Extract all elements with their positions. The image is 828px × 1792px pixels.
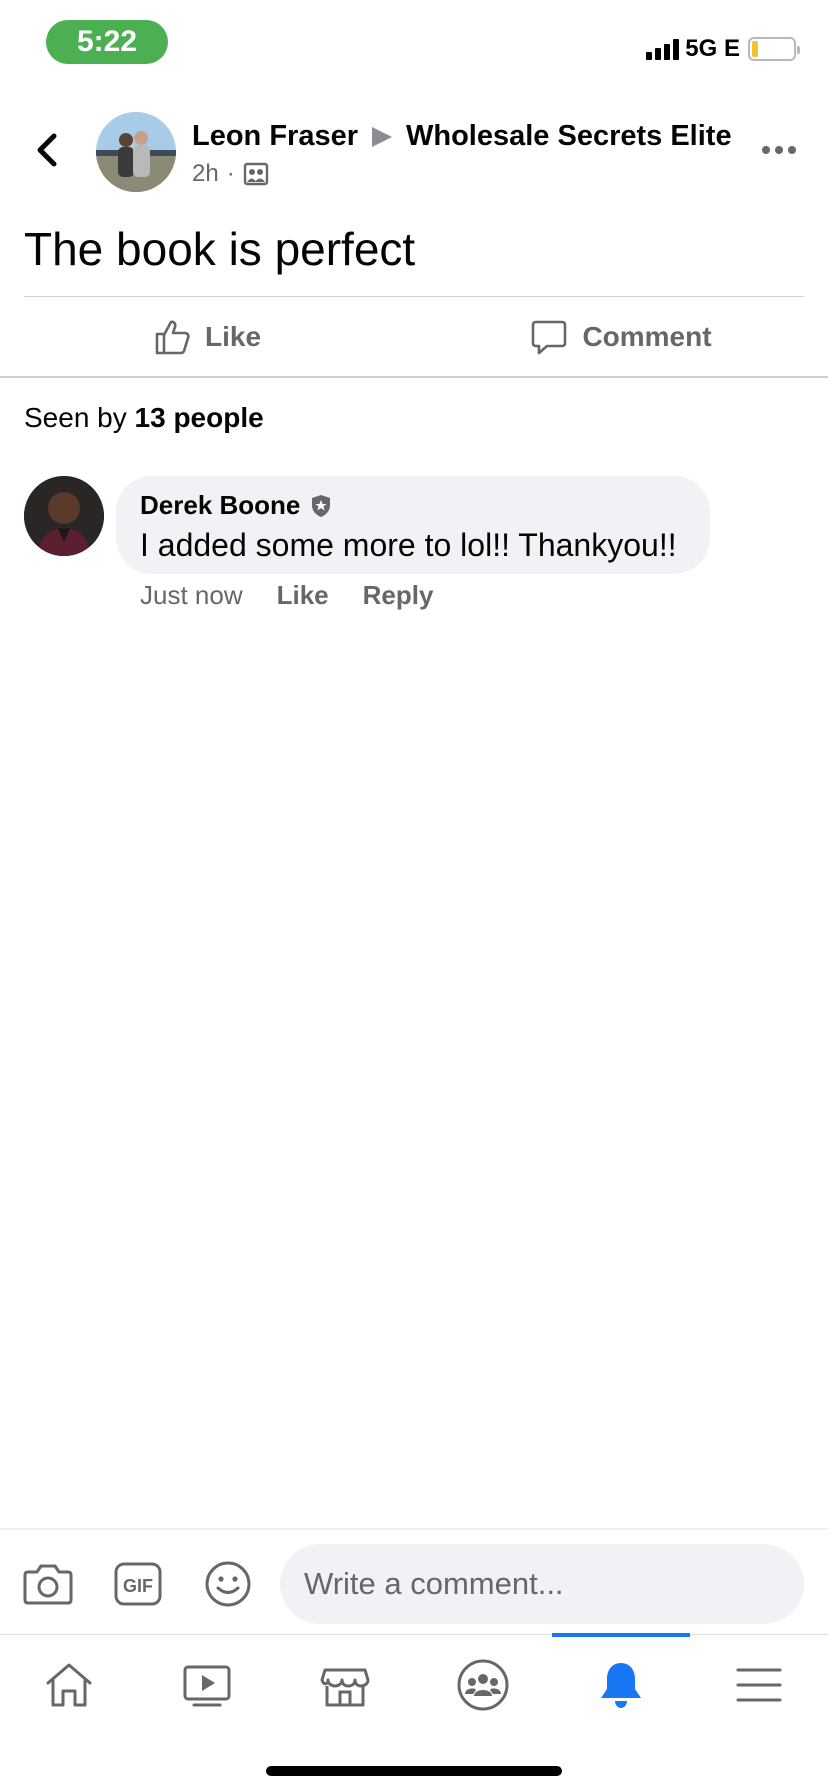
author-avatar[interactable] xyxy=(96,112,176,192)
marketplace-icon xyxy=(320,1668,370,1707)
shield-star-icon xyxy=(312,494,331,517)
commenter-name[interactable]: Derek Boone xyxy=(140,490,300,521)
comment-label: Comment xyxy=(582,321,712,352)
bell-icon xyxy=(601,1663,641,1708)
tab-home[interactable] xyxy=(0,1635,138,1735)
gif-icon[interactable]: GIF xyxy=(112,1558,164,1610)
commenter-avatar[interactable] xyxy=(24,476,104,556)
network-label: 5G E xyxy=(685,35,740,62)
svg-text:GIF: GIF xyxy=(123,1576,153,1596)
tab-marketplace[interactable] xyxy=(276,1635,414,1735)
camera-icon[interactable] xyxy=(22,1558,74,1610)
post-actions: Like Comment xyxy=(0,298,828,376)
battery-icon xyxy=(748,37,800,61)
more-options-icon[interactable] xyxy=(762,146,796,154)
signal-icon xyxy=(646,38,680,60)
comment-icon xyxy=(532,320,567,355)
seen-prefix: Seen by xyxy=(24,402,135,433)
comment-meta: Just now Like Reply xyxy=(140,580,433,611)
seen-count: 13 people xyxy=(134,402,264,433)
hamburger-menu-icon xyxy=(736,1668,782,1702)
back-arrow-icon[interactable] xyxy=(30,130,66,170)
tab-menu[interactable] xyxy=(690,1635,828,1735)
group-audience-icon xyxy=(243,162,268,186)
author-name[interactable]: Leon Fraser xyxy=(192,120,358,153)
group-name[interactable]: Wholesale Secrets Elite xyxy=(406,120,732,153)
tab-notifications[interactable] xyxy=(552,1633,690,1735)
tab-groups[interactable] xyxy=(414,1635,552,1735)
divider xyxy=(0,376,828,378)
emoji-icon[interactable] xyxy=(202,1558,254,1610)
home-indicator xyxy=(266,1766,562,1776)
post-header-names: Leon Fraser Wholesale Secrets Elite xyxy=(192,120,732,153)
tab-watch[interactable] xyxy=(138,1635,276,1735)
status-time: 5:22 xyxy=(46,20,168,64)
video-play-icon xyxy=(183,1665,231,1707)
commenter-name-row: Derek Boone xyxy=(140,490,686,521)
comment-text: I added some more to lol!! Thankyou!! xyxy=(140,527,677,563)
comment-time: Just now xyxy=(140,580,243,610)
tab-bar xyxy=(0,1633,828,1735)
groups-icon xyxy=(457,1659,509,1711)
post-meta: 2h · xyxy=(192,160,269,188)
arrow-right-icon xyxy=(372,126,392,147)
comment-bubble[interactable]: Derek Boone I added some more to lol!! T… xyxy=(116,476,710,574)
divider xyxy=(24,296,804,297)
status-indicators: 5G E xyxy=(646,34,800,64)
thumbs-up-icon xyxy=(155,320,190,355)
like-label: Like xyxy=(204,321,262,352)
seen-by-text[interactable]: Seen by 13 people xyxy=(24,402,264,434)
home-icon xyxy=(46,1663,92,1707)
post-text: The book is perfect xyxy=(24,223,416,275)
comment-reply-button[interactable]: Reply xyxy=(363,580,434,611)
comment-composer: GIF xyxy=(0,1530,828,1634)
like-button[interactable]: Like xyxy=(0,298,414,376)
comment-button[interactable]: Comment xyxy=(414,298,828,376)
comment-input[interactable] xyxy=(280,1544,804,1624)
comment-like-button[interactable]: Like xyxy=(277,580,329,611)
meta-separator: · xyxy=(226,160,235,187)
post-age: 2h xyxy=(192,160,219,187)
